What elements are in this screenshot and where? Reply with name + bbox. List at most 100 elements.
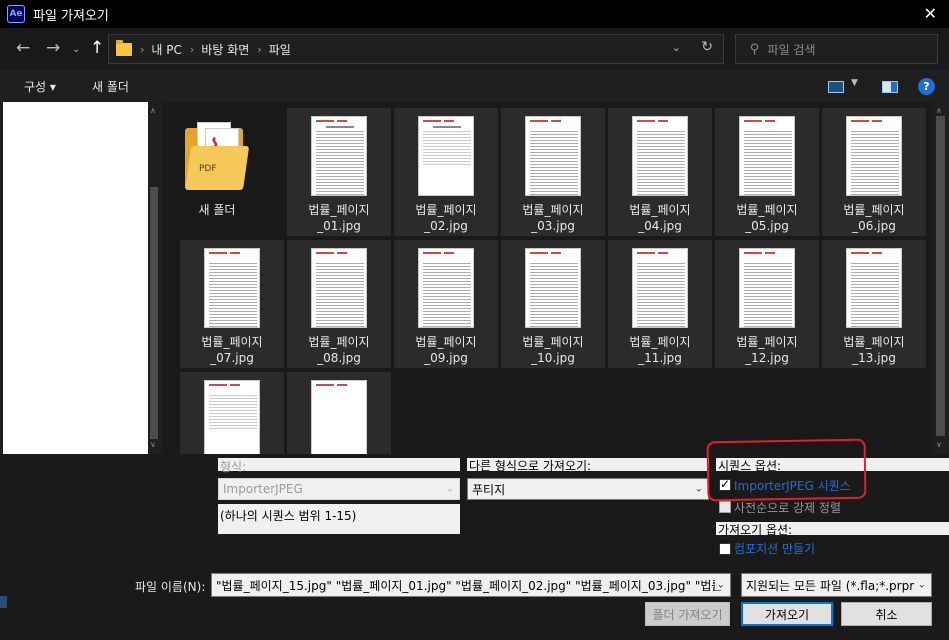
image-thumbnail	[739, 248, 795, 328]
list-item[interactable]: 법률_페이지 _09.jpg	[394, 240, 498, 368]
navigation-tree[interactable]	[3, 102, 148, 454]
file-list-scrollbar[interactable]: ∧ ∨	[932, 102, 949, 454]
file-name: 법률_페이지 _09.jpg	[415, 335, 477, 365]
list-item[interactable]: 법률_페이지 _12.jpg	[715, 240, 819, 368]
folder-icon	[116, 39, 132, 56]
file-name: 법률_페이지 _10.jpg	[522, 335, 584, 365]
arrow-up-icon[interactable]: ↑	[90, 38, 104, 58]
list-item[interactable]: 법률_페이지 _05.jpg	[715, 108, 819, 236]
format-label: 형식:	[220, 460, 247, 474]
list-item[interactable]	[287, 372, 391, 454]
close-icon[interactable]: ✕	[924, 4, 937, 23]
scroll-down-icon[interactable]: ∨	[150, 440, 156, 449]
import-as-select[interactable]: 푸티지 ⌄	[467, 478, 709, 500]
file-name: 법률_페이지 _02.jpg	[415, 203, 477, 233]
scrollbar-thumb[interactable]	[936, 116, 945, 436]
search-box[interactable]: ⚲ 파일 검색	[735, 34, 938, 64]
file-name: 법률_페이지 _01.jpg	[308, 203, 370, 233]
chevron-down-icon[interactable]: ⌄	[695, 484, 703, 495]
filetype-select[interactable]: 지원되는 모든 파일 (*.fla;*.prpr ⌄	[741, 573, 932, 597]
chevron-down-icon[interactable]: ⌄	[672, 41, 681, 54]
file-name: 법률_페이지 _12.jpg	[736, 335, 798, 365]
scrollbar-thumb[interactable]	[150, 187, 158, 439]
arrow-right-icon[interactable]: →	[46, 38, 60, 58]
list-item[interactable]: 법률_페이지 _08.jpg	[287, 240, 391, 368]
image-thumbnail	[846, 248, 902, 328]
sequence-range-text: (하나의 시퀀스 범위 1-15)	[218, 504, 460, 534]
list-item[interactable]: 법률_페이지 _04.jpg	[608, 108, 712, 236]
file-name: 법률_페이지 _07.jpg	[201, 335, 263, 365]
format-label-strip	[218, 458, 460, 471]
image-thumbnail	[739, 116, 795, 196]
window-title: 파일 가져오기	[33, 8, 109, 24]
filename-label: 파일 이름(N):	[135, 580, 206, 594]
address-bar[interactable]: › 내 PC › 바탕 화면 › 파일 ⌄ ↻	[108, 34, 724, 64]
format-select-value: ImporterJPEG	[223, 482, 303, 496]
organize-button[interactable]: 구성 ▾	[24, 78, 56, 95]
file-name: 법률_페이지 _06.jpg	[843, 203, 905, 233]
import-button[interactable]: 가져오기	[741, 602, 833, 626]
search-placeholder: 파일 검색	[767, 42, 816, 57]
arrow-left-icon[interactable]: ←	[16, 38, 30, 58]
alpha-order-label: 사전순으로 강제 정렬	[734, 501, 841, 515]
format-select: ImporterJPEG ⌄	[218, 478, 460, 500]
filename-input-value: "법률_페이지_15.jpg" "법률_페이지_01.jpg" "법률_페이지_…	[216, 578, 723, 593]
breadcrumb-item-desktop[interactable]: 바탕 화면	[201, 41, 249, 58]
image-thumbnail	[632, 116, 688, 196]
list-item[interactable]: 법률_페이지 _01.jpg	[287, 108, 391, 236]
file-name: 새 폴더	[198, 203, 236, 217]
create-comp-checkbox[interactable]	[719, 543, 731, 555]
list-item[interactable]: 법률_페이지 _06.jpg	[822, 108, 926, 236]
navigation-bar: ← → ⌄ ↑ › 내 PC › 바탕 화면 › 파일 ⌄ ↻ ⚲ 파일 검색	[0, 28, 949, 70]
create-comp-label[interactable]: 컴포지션 만들기	[734, 540, 815, 557]
list-item[interactable]: ⌇ PDF 새 폴더	[165, 108, 269, 236]
image-thumbnail	[311, 116, 367, 196]
image-thumbnail	[418, 248, 474, 328]
import-folder-button: 폴더 가져오기	[645, 602, 730, 626]
list-item[interactable]: 법률_페이지 _13.jpg	[822, 240, 926, 368]
list-item[interactable]	[180, 372, 284, 454]
list-item[interactable]: 법률_페이지 _11.jpg	[608, 240, 712, 368]
scroll-up-icon[interactable]: ∧	[150, 106, 156, 115]
highlight-annotation	[706, 438, 867, 502]
view-dropdown-icon[interactable]: ▼	[851, 78, 858, 88]
image-thumbnail	[204, 380, 260, 454]
help-icon[interactable]: ?	[918, 78, 935, 95]
background-window-edge	[0, 596, 7, 608]
image-thumbnail	[632, 248, 688, 328]
file-name: 법률_페이지 _08.jpg	[308, 335, 370, 365]
image-thumbnail	[311, 380, 367, 454]
chevron-down-icon[interactable]: ⌄	[714, 579, 725, 591]
image-thumbnail	[525, 116, 581, 196]
recent-dropdown-icon[interactable]: ⌄	[72, 44, 80, 55]
view-mode-icon[interactable]	[828, 81, 844, 93]
breadcrumb-item-my-pc[interactable]: 내 PC	[151, 41, 181, 58]
import-options-label: 가져오기 옵션:	[718, 523, 793, 537]
chevron-down-icon[interactable]: ⌄	[915, 579, 926, 591]
pdf-folder-icon: ⌇ PDF	[185, 122, 250, 194]
scroll-down-icon[interactable]: ∨	[936, 440, 942, 449]
after-effects-icon: Ae	[7, 5, 25, 23]
image-thumbnail	[525, 248, 581, 328]
chevron-down-icon: ⌄	[445, 483, 454, 495]
list-item[interactable]: 법률_페이지 _02.jpg	[394, 108, 498, 236]
new-folder-button[interactable]: 새 폴더	[92, 78, 129, 95]
filename-input[interactable]: "법률_페이지_15.jpg" "법률_페이지_01.jpg" "법률_페이지_…	[211, 573, 731, 597]
image-thumbnail	[311, 248, 367, 328]
chevron-right-icon[interactable]: ›	[257, 43, 261, 56]
list-item[interactable]: 법률_페이지 _03.jpg	[501, 108, 605, 236]
list-item[interactable]: 법률_페이지 _07.jpg	[180, 240, 284, 368]
file-name: 법률_페이지 _04.jpg	[629, 203, 691, 233]
filetype-select-value: 지원되는 모든 파일 (*.fla;*.prpr	[746, 578, 915, 593]
preview-pane-icon[interactable]	[882, 81, 898, 93]
chevron-right-icon[interactable]: ›	[140, 43, 144, 56]
scroll-up-icon[interactable]: ∧	[936, 106, 942, 115]
cancel-button[interactable]: 취소	[841, 602, 932, 626]
file-name: 법률_페이지 _05.jpg	[736, 203, 798, 233]
refresh-icon[interactable]: ↻	[701, 39, 713, 55]
chevron-right-icon[interactable]: ›	[190, 43, 194, 56]
list-item[interactable]: 법률_페이지 _10.jpg	[501, 240, 605, 368]
file-name: 법률_페이지 _13.jpg	[843, 335, 905, 365]
navigation-scrollbar[interactable]: ∧ ∨	[148, 102, 163, 454]
breadcrumb-item-files[interactable]: 파일	[269, 41, 291, 58]
